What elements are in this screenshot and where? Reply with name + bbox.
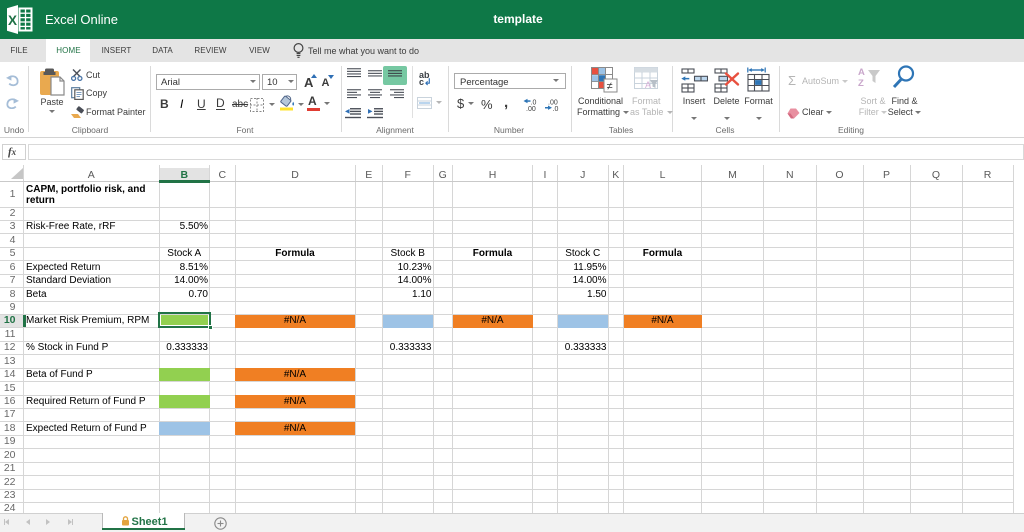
svg-text:.00: .00: [526, 106, 536, 111]
svg-text:X: X: [8, 13, 17, 28]
svg-text:A: A: [858, 67, 865, 78]
svg-text:Z: Z: [858, 78, 864, 89]
svg-text:.0: .0: [553, 106, 559, 111]
svg-text:A: A: [645, 80, 651, 90]
svg-text:≠: ≠: [607, 81, 613, 93]
